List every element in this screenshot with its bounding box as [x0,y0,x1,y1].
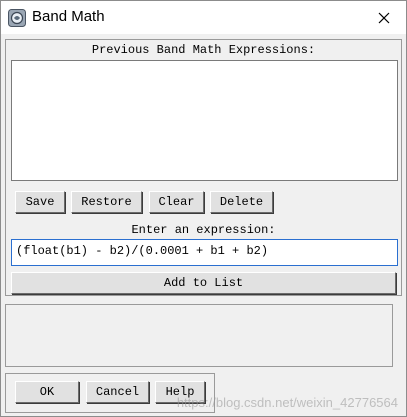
expression-input[interactable]: (float(b1) - b2)/(0.0001 + b1 + b2) [11,239,398,266]
restore-button[interactable]: Restore [71,191,142,213]
close-button[interactable] [362,1,406,34]
save-button[interactable]: Save [15,191,65,213]
history-label: Previous Band Math Expressions: [91,43,316,57]
watermark-text: https://blog.csdn.net/weixin_42776564 [176,395,398,410]
delete-button[interactable]: Delete [210,191,273,213]
expression-history-list[interactable] [11,60,398,181]
ok-button[interactable]: OK [15,381,79,403]
expression-label: Enter an expression: [131,223,276,237]
cancel-button[interactable]: Cancel [86,381,149,403]
title-bar: Band Math [1,1,406,34]
close-icon [378,12,390,23]
add-to-list-button[interactable]: Add to List [11,272,396,294]
message-area [5,304,393,367]
band-math-dialog: Band Math Previous Band Math Expressions… [0,0,407,417]
band-math-app-icon [8,9,26,27]
clear-button[interactable]: Clear [149,191,204,213]
window-title: Band Math [32,8,105,25]
